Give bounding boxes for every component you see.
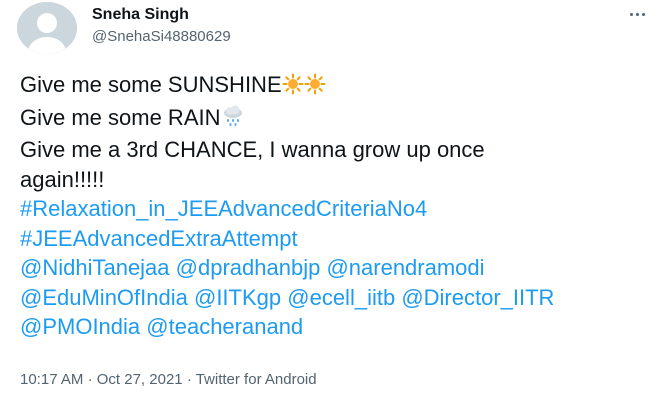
default-profile-icon — [17, 2, 77, 54]
tweet[interactable]: Sneha Singh @SnehaSi48880629 Give me som… — [0, 0, 660, 404]
tweet-text: Give me some SUNSHINE Give me some RAIN … — [20, 70, 640, 342]
tweet-text-line1: Give me some SUNSHINE — [20, 72, 282, 97]
mention-link[interactable]: @PMOIndia — [20, 314, 140, 339]
tweet-line: Give me some SUNSHINE — [20, 70, 640, 103]
tweet-time[interactable]: 10:17 AM — [20, 371, 83, 388]
meta-separator: · — [186, 371, 192, 388]
tweet-date[interactable]: Oct 27, 2021 — [97, 371, 183, 388]
user-handle[interactable]: @SnehaSi48880629 — [92, 28, 231, 45]
tweet-source: Twitter for Android — [195, 371, 317, 388]
sun-icon — [304, 73, 326, 103]
avatar[interactable] — [17, 2, 77, 54]
more-options-icon[interactable] — [622, 4, 652, 24]
tweet-line: Give me some RAIN — [20, 103, 640, 136]
tweet-text-line4: again!!!!! — [20, 166, 105, 192]
mention-link[interactable]: @narendramodi — [326, 255, 484, 280]
tweet-meta: 10:17 AM · Oct 27, 2021 · Twitter for An… — [20, 371, 317, 388]
meta-separator: · — [87, 371, 93, 388]
hashtag-link[interactable]: #JEEAdvancedExtraAttempt — [20, 226, 298, 251]
display-name[interactable]: Sneha Singh — [92, 6, 189, 24]
mention-link[interactable]: @ecell_iitb — [287, 285, 395, 310]
sun-icon — [282, 73, 304, 103]
mention-link[interactable]: @NidhiTanejaa — [20, 255, 170, 280]
rain-cloud-icon — [221, 104, 245, 136]
tweet-text-line3: Give me a 3rd CHANCE, I wanna grow up on… — [20, 137, 485, 162]
mention-link[interactable]: @IITKgp — [194, 285, 281, 310]
tweet-text-line2: Give me some RAIN — [20, 104, 221, 130]
mention-link[interactable]: @Director_IITR — [401, 285, 554, 310]
mention-link[interactable]: @teacheranand — [146, 314, 303, 339]
mention-link[interactable]: @EduMinOfIndia — [20, 285, 188, 310]
mention-link[interactable]: @dpradhanbjp — [176, 255, 321, 280]
hashtag-link[interactable]: #Relaxation_in_JEEAdvancedCriteriaNo4 — [20, 196, 427, 221]
